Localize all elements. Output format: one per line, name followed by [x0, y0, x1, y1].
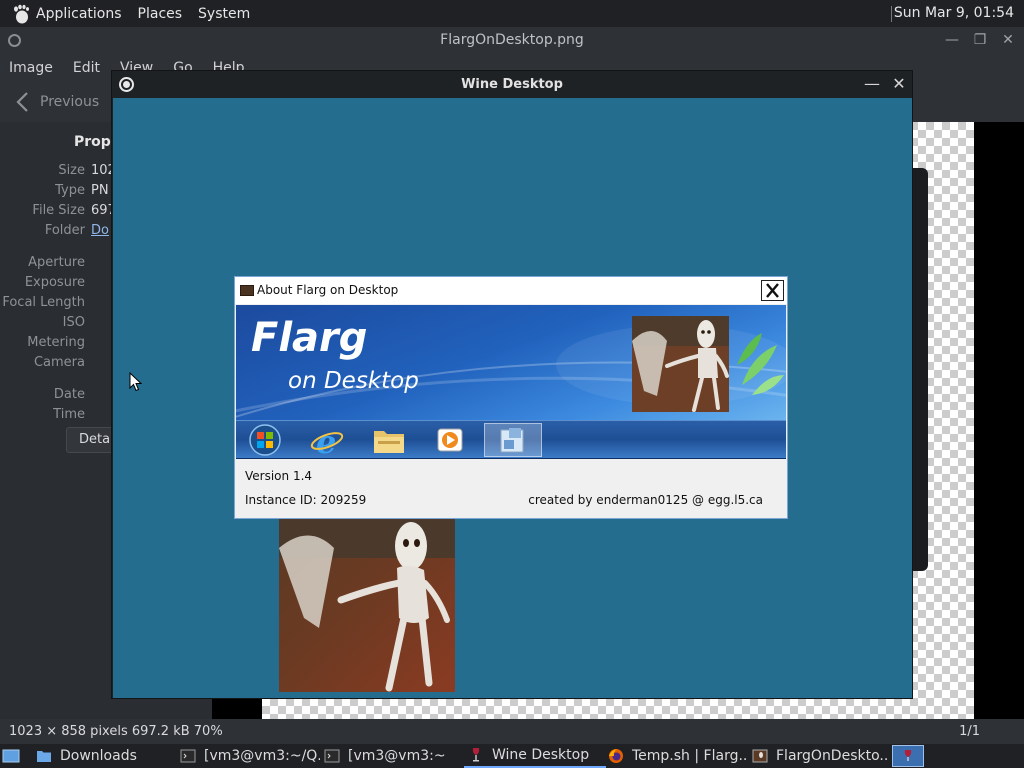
about-dialog-titlebar: About Flarg on Desktop — [235, 277, 787, 304]
prop-type-value: PN — [91, 183, 109, 198]
about-dialog: About Flarg on Desktop Flarg on Desktop — [234, 276, 788, 519]
windows-orb-icon — [249, 424, 281, 456]
windows-orb-button — [238, 423, 296, 457]
windows-explorer-button — [484, 423, 542, 457]
taskbar-firefox[interactable]: Temp.sh | Flarg... — [608, 744, 748, 768]
image-viewer-icon — [752, 749, 768, 763]
exif-exposure-label: Exposure — [24, 275, 85, 290]
terminal-icon — [180, 749, 196, 763]
system-menu[interactable]: System — [198, 6, 250, 22]
wine-desktop-title: Wine Desktop — [461, 77, 563, 92]
exif-iso-label: ISO — [62, 315, 85, 330]
close-button[interactable] — [761, 280, 784, 301]
firefox-icon — [609, 749, 623, 763]
panel-clock[interactable]: Sun Mar 9, 01:54 — [894, 5, 1014, 21]
menu-image[interactable]: Image — [9, 60, 53, 76]
image-info-status: 1023 × 858 pixels 697.2 kB 70% — [9, 724, 223, 739]
workspace-switcher[interactable] — [892, 745, 924, 767]
taskbar-terminal-1[interactable]: [vm3@vm3:~/Q... — [180, 744, 320, 768]
previous-label: Previous — [40, 94, 100, 110]
applications-menu[interactable]: Applications — [36, 6, 122, 22]
internet-explorer-icon: e — [310, 423, 344, 461]
flarg-photo-icon — [632, 316, 729, 412]
exif-metering-label: Metering — [27, 335, 85, 350]
leaf-decoration-icon — [737, 333, 784, 395]
prop-size-label: Size — [58, 163, 85, 178]
media-player-icon — [437, 428, 463, 452]
maximize-icon[interactable]: ❐ — [970, 30, 990, 50]
folder-button — [360, 423, 418, 457]
flarg-creature-sprite[interactable] — [279, 518, 455, 692]
page-indicator: 1/1 — [959, 724, 980, 739]
prop-type-label: Type — [55, 183, 85, 198]
menu-edit[interactable]: Edit — [73, 60, 100, 76]
exif-aperture-label: Aperture — [28, 255, 85, 270]
instance-id-text: Instance ID: 209259 — [245, 493, 367, 507]
close-x-icon — [766, 283, 779, 298]
mouse-pointer-icon — [129, 372, 142, 392]
minimize-icon[interactable]: — — [942, 30, 962, 50]
date-label: Date — [53, 387, 85, 402]
terminal-icon — [324, 749, 340, 763]
image-margin-right — [974, 122, 1024, 719]
task-label: [vm3@vm3:~/Q... — [204, 748, 320, 764]
gnome-foot-icon[interactable] — [12, 4, 30, 24]
about-banner: Flarg on Desktop — [236, 305, 786, 420]
task-label: Wine Desktop — [492, 747, 590, 763]
folder-icon — [37, 751, 51, 762]
taskbar-downloads[interactable]: Downloads — [36, 744, 176, 768]
banner-title: Flarg — [251, 315, 368, 361]
media-player-button — [422, 423, 480, 457]
svg-text:e: e — [316, 423, 336, 457]
banner-subtitle: on Desktop — [288, 368, 419, 394]
about-taskbar-strip: e — [236, 420, 786, 461]
taskbar-terminal-2[interactable]: [vm3@vm3:~ — [324, 744, 460, 768]
exif-focal-length-label: Focal Length — [2, 295, 85, 310]
prop-folder-label: Folder — [44, 223, 85, 238]
version-text: Version 1.4 — [245, 469, 313, 483]
task-label: Temp.sh | Flarg... — [632, 748, 748, 764]
task-label: [vm3@vm3:~ — [348, 748, 446, 764]
bottom-panel: Downloads [vm3@vm3:~/Q... [vm3@vm3:~ Win… — [0, 744, 1024, 768]
places-menu[interactable]: Places — [138, 6, 183, 22]
folder-icon — [374, 431, 404, 453]
taskbar-image-viewer[interactable]: FlargOnDeskto... — [752, 744, 888, 768]
time-label: Time — [53, 407, 85, 422]
about-dialog-title: About Flarg on Desktop — [257, 283, 399, 297]
prop-folder-link[interactable]: Do — [91, 223, 109, 238]
internet-explorer-button: e — [298, 423, 356, 461]
prop-filesize-label: File Size — [32, 203, 85, 218]
wine-icon — [904, 750, 912, 761]
wine-minimize-icon[interactable]: — — [862, 74, 882, 94]
wine-icon — [472, 748, 480, 762]
image-viewer-title: FlargOnDesktop.png — [440, 32, 584, 48]
taskbar-wine-desktop[interactable]: Wine Desktop — [464, 744, 606, 768]
app-icon — [240, 285, 254, 296]
image-viewer-statusbar: 1023 × 858 pixels 697.2 kB 70% 1/1 — [0, 719, 1024, 744]
credit-text: created by enderman0125 @ egg.l5.ca — [528, 493, 763, 507]
task-label: Downloads — [60, 748, 137, 764]
image-overlay-edge — [912, 168, 928, 571]
exif-camera-label: Camera — [33, 355, 85, 370]
chevron-left-icon — [16, 92, 28, 112]
panel-separator — [891, 6, 892, 22]
show-desktop-icon[interactable] — [2, 748, 20, 764]
task-label: FlargOnDeskto... — [776, 748, 888, 764]
close-icon[interactable]: ✕ — [998, 30, 1018, 50]
previous-button[interactable]: Previous — [14, 90, 99, 114]
top-panel: Applications Places System Sun Mar 9, 01… — [0, 0, 1024, 27]
windows-explorer-icon — [500, 428, 524, 453]
wine-close-icon[interactable]: ✕ — [889, 74, 909, 94]
